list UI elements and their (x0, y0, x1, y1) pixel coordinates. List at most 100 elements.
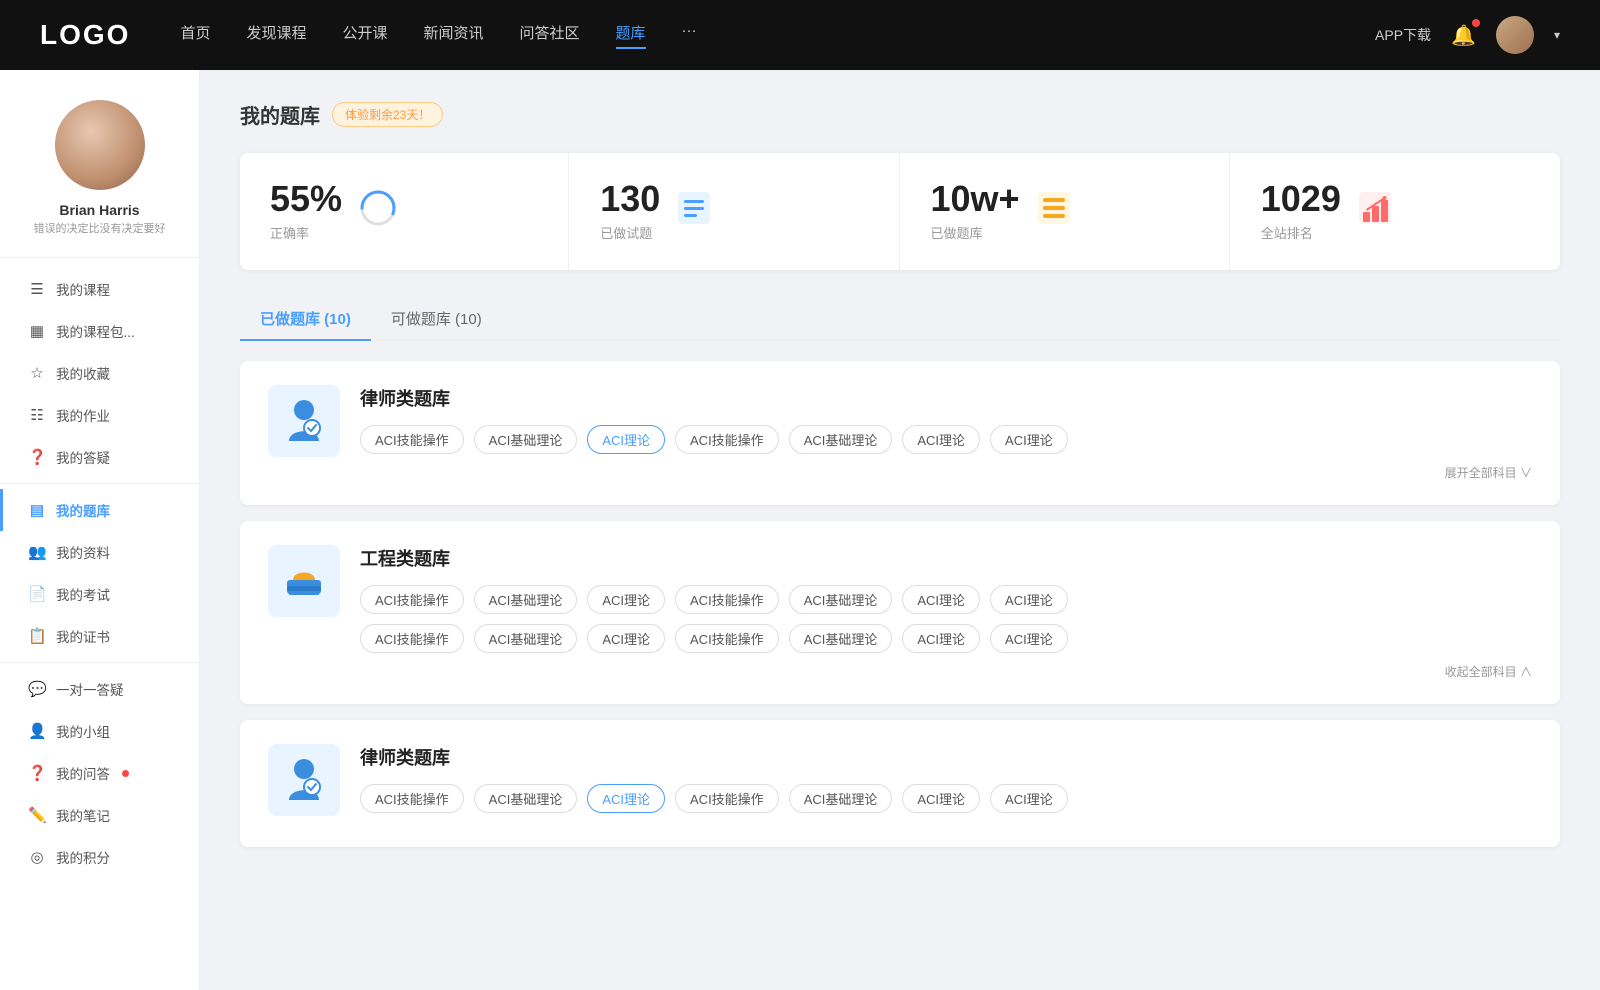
qbank-header-lawyer2: 律师类题库 ACI技能操作 ACI基础理论 ACI理论 ACI技能操作 ACI基… (268, 744, 1532, 823)
homework-icon: ☷ (28, 406, 46, 424)
stat-done-banks: 10w+ 已做题库 (901, 153, 1230, 270)
tag-active[interactable]: ACI理论 (587, 425, 665, 454)
tag[interactable]: ACI基础理论 (789, 425, 893, 454)
my-notes-icon: ✏️ (28, 806, 46, 824)
sidebar-menu: ☰ 我的课程 ▦ 我的课程包... ☆ 我的收藏 ☷ 我的作业 ❓ 我的答疑 ▤ (0, 268, 199, 878)
stats-row: 55% 正确率 130 已做试题 (240, 153, 1560, 270)
tag[interactable]: ACI基础理论 (474, 624, 578, 653)
my-questions-icon: ❓ (28, 764, 46, 782)
sidebar-item-label: 我的课程 (56, 279, 110, 299)
done-questions-icon (676, 190, 712, 233)
sidebar-item-my-courses[interactable]: ☰ 我的课程 (0, 268, 199, 310)
notification-badge (1472, 19, 1480, 27)
question-bank-icon: ▤ (28, 501, 46, 519)
tag[interactable]: ACI技能操作 (360, 585, 464, 614)
sidebar-item-my-exams[interactable]: 📄 我的考试 (0, 573, 199, 615)
sidebar-item-label: 我的考试 (56, 584, 110, 604)
accuracy-icon (358, 188, 398, 235)
tag[interactable]: ACI理论 (587, 624, 665, 653)
qbank-header-engineer: 工程类题库 ACI技能操作 ACI基础理论 ACI理论 ACI技能操作 ACI基… (268, 545, 1532, 680)
qbank-body-engineer: 工程类题库 ACI技能操作 ACI基础理论 ACI理论 ACI技能操作 ACI基… (360, 545, 1532, 680)
sidebar-item-my-qa[interactable]: ❓ 我的答疑 (0, 436, 199, 478)
unread-dot (122, 770, 129, 777)
tag[interactable]: ACI基础理论 (789, 585, 893, 614)
tag[interactable]: ACI理论 (902, 585, 980, 614)
profile-avatar-image (55, 100, 145, 190)
stat-ranking: 1029 全站排名 (1231, 153, 1560, 270)
tag[interactable]: ACI技能操作 (360, 425, 464, 454)
sidebar-divider-2 (0, 662, 199, 663)
expand-link[interactable]: 展开全部科目 ∨ (360, 464, 1532, 481)
done-banks-icon (1036, 190, 1072, 233)
sidebar-item-favorites[interactable]: ☆ 我的收藏 (0, 352, 199, 394)
tag[interactable]: ACI理论 (587, 585, 665, 614)
tag[interactable]: ACI理论 (902, 425, 980, 454)
tab-done-banks[interactable]: 已做题库 (10) (240, 298, 371, 339)
nav-link-news[interactable]: 新闻资讯 (424, 22, 484, 49)
sidebar-profile: Brian Harris 错误的决定比没有决定要好 (0, 100, 199, 258)
tag[interactable]: ACI理论 (902, 784, 980, 813)
qbank-body: 律师类题库 ACI技能操作 ACI基础理论 ACI理论 ACI技能操作 ACI基… (360, 385, 1532, 481)
tag[interactable]: ACI技能操作 (360, 624, 464, 653)
collapse-link[interactable]: 收起全部科目 ∧ (360, 663, 1532, 680)
profile-name: Brian Harris (59, 202, 139, 218)
tag[interactable]: ACI基础理论 (789, 784, 893, 813)
sidebar-item-label: 我的答疑 (56, 447, 110, 467)
sidebar-item-my-points[interactable]: ◎ 我的积分 (0, 836, 199, 878)
sidebar-item-my-notes[interactable]: ✏️ 我的笔记 (0, 794, 199, 836)
sidebar-item-my-questions[interactable]: ❓ 我的问答 (0, 752, 199, 794)
my-group-icon: 👤 (28, 722, 46, 740)
nav-link-discover[interactable]: 发现课程 (246, 22, 306, 49)
sidebar-item-my-group[interactable]: 👤 我的小组 (0, 710, 199, 752)
nav-link-qa[interactable]: 问答社区 (520, 22, 580, 49)
profile-avatar (55, 100, 145, 190)
tag[interactable]: ACI理论 (990, 624, 1068, 653)
accuracy-value: 55% (270, 181, 342, 217)
avatar-chevron-icon[interactable]: ▾ (1554, 28, 1560, 42)
tag[interactable]: ACI技能操作 (675, 784, 779, 813)
page-wrapper: Brian Harris 错误的决定比没有决定要好 ☰ 我的课程 ▦ 我的课程包… (0, 70, 1600, 990)
sidebar-item-certificates[interactable]: 📋 我的证书 (0, 615, 199, 657)
tag[interactable]: ACI基础理论 (789, 624, 893, 653)
nav-link-opencourse[interactable]: 公开课 (342, 22, 387, 49)
avatar[interactable] (1496, 16, 1534, 54)
stat-done-questions: 130 已做试题 (570, 153, 899, 270)
sidebar-item-course-packages[interactable]: ▦ 我的课程包... (0, 310, 199, 352)
tag[interactable]: ACI技能操作 (360, 784, 464, 813)
tag[interactable]: ACI基础理论 (474, 425, 578, 454)
ranking-label: 全站排名 (1261, 223, 1341, 242)
nav-link-more[interactable]: ··· (682, 22, 697, 49)
tags-row-1: ACI技能操作 ACI基础理论 ACI理论 ACI技能操作 ACI基础理论 AC… (360, 425, 1532, 454)
sidebar-item-my-profile[interactable]: 👥 我的资料 (0, 531, 199, 573)
tag[interactable]: ACI理论 (902, 624, 980, 653)
tag[interactable]: ACI理论 (990, 425, 1068, 454)
sidebar-item-label: 我的笔记 (56, 805, 110, 825)
done-banks-label: 已做题库 (931, 223, 1020, 242)
sidebar-item-label: 我的证书 (56, 626, 110, 646)
done-questions-label: 已做试题 (600, 223, 660, 242)
my-courses-icon: ☰ (28, 280, 46, 298)
navbar: LOGO 首页 发现课程 公开课 新闻资讯 问答社区 题库 ··· APP下载 … (0, 0, 1600, 70)
tag[interactable]: ACI基础理论 (474, 585, 578, 614)
app-download-button[interactable]: APP下载 (1375, 25, 1431, 45)
notification-bell[interactable]: 🔔 (1451, 23, 1476, 48)
nav-link-home[interactable]: 首页 (180, 22, 210, 49)
tag-active[interactable]: ACI理论 (587, 784, 665, 813)
tag[interactable]: ACI理论 (990, 585, 1068, 614)
my-exams-icon: 📄 (28, 585, 46, 603)
tabs-row: 已做题库 (10) 可做题库 (10) (240, 298, 1560, 341)
my-profile-icon: 👥 (28, 543, 46, 561)
sidebar-item-question-bank[interactable]: ▤ 我的题库 (0, 489, 199, 531)
sidebar-item-homework[interactable]: ☷ 我的作业 (0, 394, 199, 436)
tag[interactable]: ACI基础理论 (474, 784, 578, 813)
my-points-icon: ◎ (28, 848, 46, 866)
tag[interactable]: ACI技能操作 (675, 624, 779, 653)
tag[interactable]: ACI技能操作 (675, 425, 779, 454)
nav-link-qbank[interactable]: 题库 (616, 22, 646, 49)
course-packages-icon: ▦ (28, 322, 46, 340)
tab-available-banks[interactable]: 可做题库 (10) (371, 298, 502, 339)
tag[interactable]: ACI理论 (990, 784, 1068, 813)
tag[interactable]: ACI技能操作 (675, 585, 779, 614)
sidebar-item-label: 我的题库 (56, 500, 110, 520)
sidebar-item-one-on-one[interactable]: 💬 一对一答疑 (0, 668, 199, 710)
